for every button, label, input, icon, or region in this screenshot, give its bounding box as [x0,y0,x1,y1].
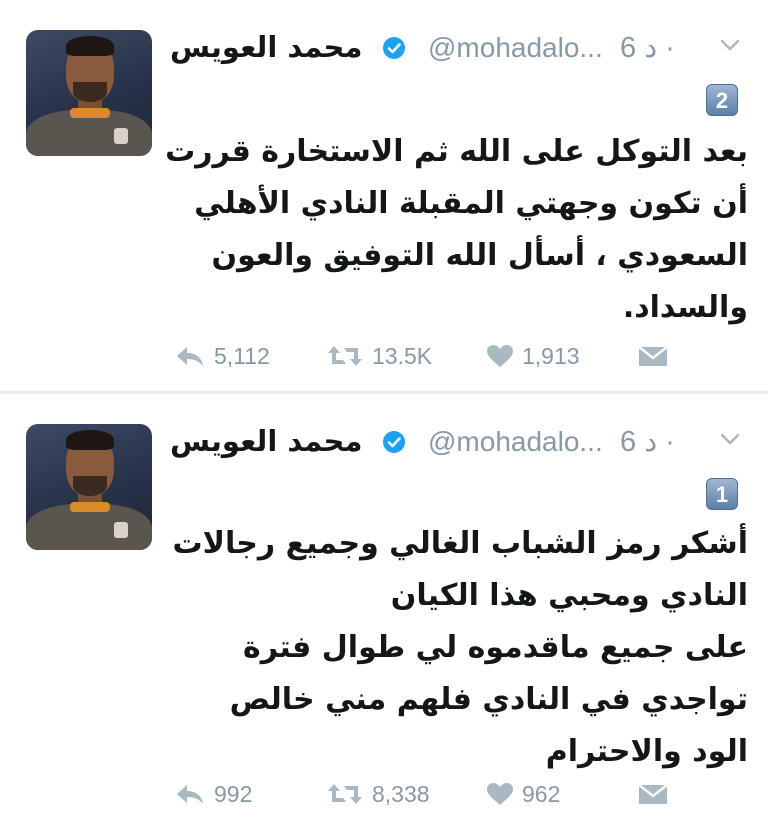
retweet-icon [328,784,362,804]
tweet-text-line: على جميع ماقدموه لي طوال فترة [243,630,748,665]
tweet-text-line: الود والاحترام [545,734,748,769]
direct-message-button[interactable] [638,778,676,810]
tweet-actions: 5,112 13.5K 1,913 [168,340,728,372]
tweet-text-line: أن تكون وجهتي المقبلة النادي الأهلي [194,186,748,221]
retweet-count: 8,338 [372,780,430,807]
author-name[interactable]: محمد العويس [170,30,362,64]
tweet-text: أشكر رمز الشباب الغالي وجميع رجالات النا… [168,518,748,778]
tweet[interactable]: محمد العويس @mohadalo... 6 د · 1 أشكر رم… [0,394,768,834]
tweet-text-line: بعد التوكل على الله ثم الاستخارة قررت [165,134,748,169]
timestamp[interactable]: 6 د · [620,424,675,459]
heart-icon [487,345,513,367]
tweet-text-line: والسداد. [622,290,748,325]
tweet-text-line: أشكر رمز الشباب الغالي وجميع رجالات [172,526,748,561]
tweet-header: محمد العويس @mohadalo... 6 د · [168,30,748,70]
tweet-feed: محمد العويس @mohadalo... 6 د · 2 بعد الت… [0,0,768,834]
direct-message-button[interactable] [638,340,676,372]
heart-icon [487,783,513,805]
direct-message-icon [638,784,668,804]
verified-badge-icon [383,431,405,453]
like-count: 962 [522,780,561,807]
chevron-down-icon[interactable] [720,38,740,52]
like-count: 1,913 [522,342,580,369]
retweet-button[interactable]: 8,338 [326,778,430,810]
like-button[interactable]: 962 [486,778,560,810]
retweet-button[interactable]: 13.5K [326,340,432,372]
author-handle[interactable]: @mohadalo... [428,32,603,64]
reply-button[interactable]: 5,112 [174,340,270,372]
thread-number-badge: 1 [706,478,738,510]
tweet[interactable]: محمد العويس @mohadalo... 6 د · 2 بعد الت… [0,0,768,392]
reply-count: 992 [214,780,253,807]
tweet-actions: 992 8,338 962 [168,778,728,810]
tweet-text: بعد التوكل على الله ثم الاستخارة قررت أن… [165,126,748,334]
chevron-down-icon[interactable] [720,432,740,446]
avatar[interactable] [26,30,152,156]
retweet-icon [328,346,362,366]
author-name[interactable]: محمد العويس [170,424,362,458]
reply-icon [177,785,203,804]
direct-message-icon [638,346,668,366]
thread-number-badge: 2 [706,84,738,116]
verified-badge-icon [383,37,405,59]
retweet-count: 13.5K [372,342,433,369]
tweet-text-line: تواجدي في النادي فلهم مني خالص [229,682,748,717]
tweet-text-line: النادي ومحبي هذا الكيان [390,578,748,613]
tweet-text-line: السعودي ، أسأل الله التوفيق والعون [211,238,748,273]
like-button[interactable]: 1,913 [486,340,580,372]
tweet-header: محمد العويس @mohadalo... 6 د · [168,424,748,464]
reply-button[interactable]: 992 [174,778,252,810]
timestamp[interactable]: 6 د · [620,30,675,65]
reply-count: 5,112 [214,342,270,369]
avatar[interactable] [26,424,152,550]
author-handle[interactable]: @mohadalo... [428,426,603,458]
reply-icon [177,347,203,366]
